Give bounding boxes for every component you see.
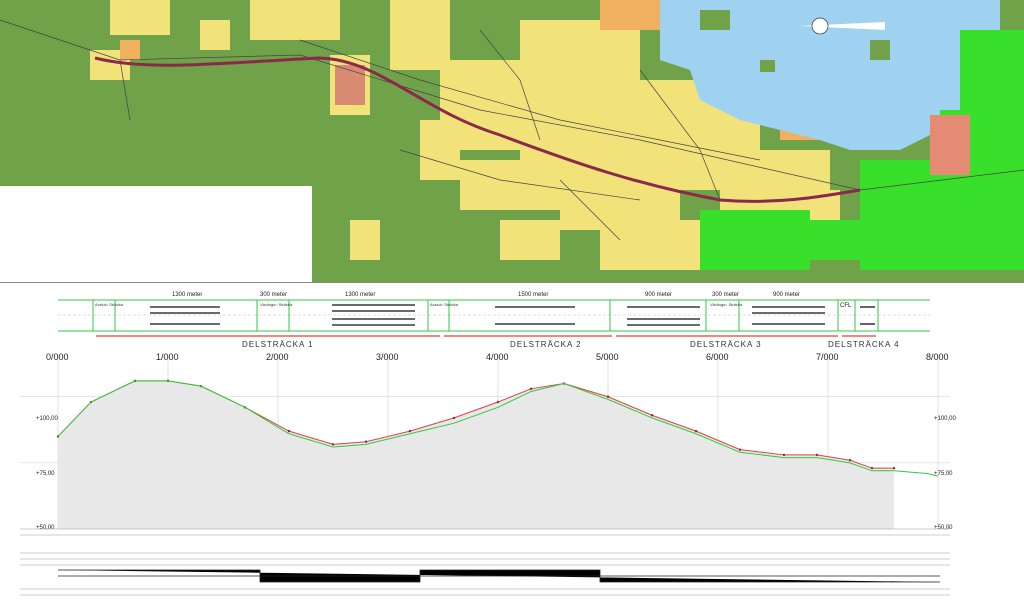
km-tick-label: 5/000 xyxy=(596,352,619,362)
elevation-label: +100,00 xyxy=(36,416,59,422)
lane-schematic: 1300 meter 300 meter 1300 meter 1500 met… xyxy=(58,292,930,349)
zone-label: Växlings= Sträcka xyxy=(260,302,293,307)
elevation-label: +50,00 xyxy=(36,525,55,531)
zone-label: Växlings= Sträcka xyxy=(710,302,743,307)
map-graphic xyxy=(0,0,1024,282)
map-cutout xyxy=(0,186,312,282)
overview-map xyxy=(0,0,1024,282)
km-tick-label: 2/000 xyxy=(266,352,289,362)
profile-panel: 1300 meter 300 meter 1300 meter 1500 met… xyxy=(0,282,1024,605)
km-tick-label: 7/000 xyxy=(816,352,839,362)
profile-table xyxy=(20,528,950,596)
profile-point xyxy=(815,453,819,457)
profile-point xyxy=(606,395,610,398)
km-tick-label: 8/000 xyxy=(926,352,949,362)
profile-point xyxy=(496,400,500,404)
elevation-profile xyxy=(56,379,939,529)
profile-point xyxy=(870,466,874,470)
industrial-area xyxy=(930,115,970,175)
distance-label: 300 meter xyxy=(260,292,287,298)
zone-label: Avslut= Sträcka xyxy=(95,302,124,307)
km-tick-label: 3/000 xyxy=(376,352,399,362)
profile-point xyxy=(331,443,335,446)
section-label: DELSTRÄCKA 2 xyxy=(510,340,582,349)
profile-point xyxy=(892,466,896,470)
km-tick-label: 6/000 xyxy=(706,352,729,362)
terrain-fill xyxy=(58,380,894,529)
profile-point xyxy=(738,448,742,451)
km-tick-label: 1/000 xyxy=(156,352,179,362)
profile-point xyxy=(782,453,786,457)
zone-label: CFL xyxy=(840,303,852,309)
km-tick-label: 0/000 xyxy=(46,352,69,362)
distance-label: 900 meter xyxy=(773,292,800,298)
zone-label: Avslut= Sträcka xyxy=(430,302,459,307)
profile-point xyxy=(694,429,698,433)
distance-label: 900 meter xyxy=(645,292,672,298)
profile-point xyxy=(408,429,412,433)
distance-label: 1500 meter xyxy=(518,292,548,298)
distance-label: 1300 meter xyxy=(172,292,202,298)
profile-point xyxy=(650,414,654,417)
distance-label: 300 meter xyxy=(712,292,739,298)
km-tick-label: 4/000 xyxy=(486,352,509,362)
profile-point xyxy=(452,416,456,420)
elevation-label: +50,00 xyxy=(934,525,953,531)
elevation-label: +100,00 xyxy=(934,416,957,422)
profile-point xyxy=(287,429,291,433)
elevation-label: +75,00 xyxy=(36,471,55,477)
profile-graphic: 1300 meter 300 meter 1300 meter 1500 met… xyxy=(20,292,957,596)
profile-point xyxy=(364,440,368,443)
section-label: DELSTRÄCKA 4 xyxy=(828,340,900,349)
profile-point xyxy=(848,459,852,462)
section-label: DELSTRÄCKA 1 xyxy=(242,340,314,349)
section-label: DELSTRÄCKA 3 xyxy=(690,340,762,349)
profile-point xyxy=(529,387,533,391)
distance-label: 1300 meter xyxy=(345,292,375,298)
